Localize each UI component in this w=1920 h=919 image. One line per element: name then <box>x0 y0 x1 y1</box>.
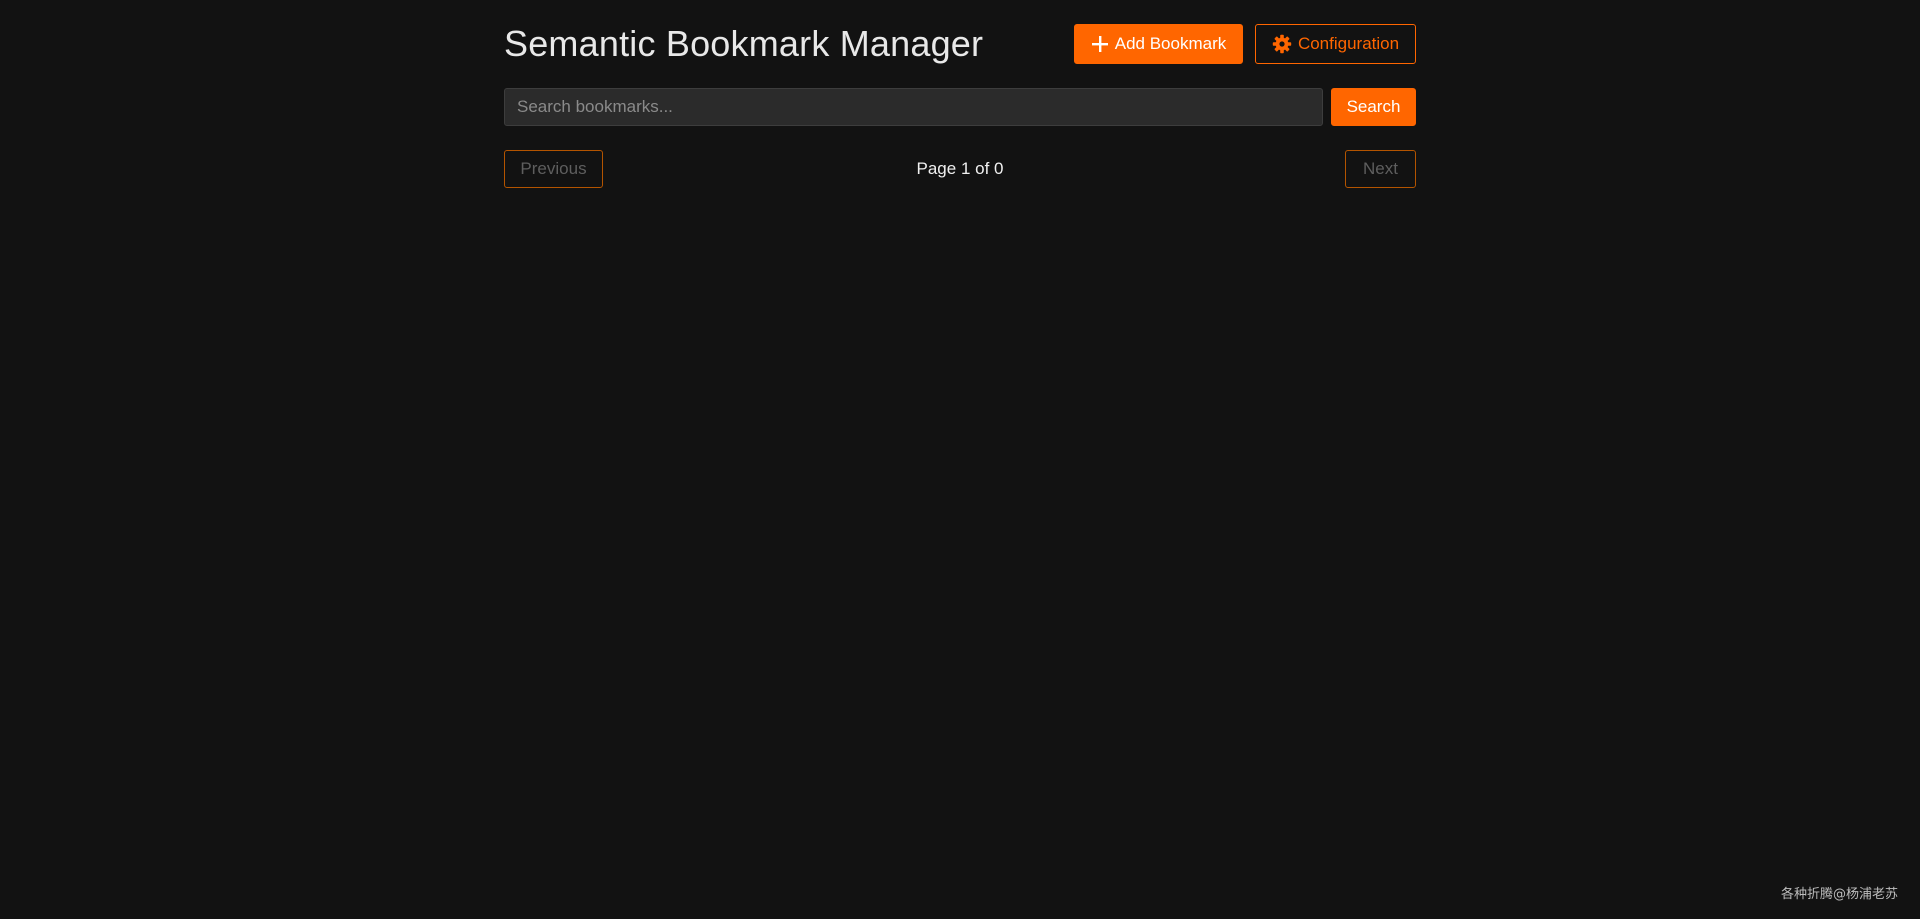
main-container: Semantic Bookmark Manager Add Bookmark C… <box>504 0 1416 188</box>
search-button[interactable]: Search <box>1331 88 1416 126</box>
next-button[interactable]: Next <box>1345 150 1416 188</box>
app-root: Semantic Bookmark Manager Add Bookmark C… <box>0 0 1920 919</box>
page-info: Page 1 of 0 <box>916 159 1004 178</box>
search-input[interactable] <box>504 88 1323 126</box>
pagination: Previous Page 1 of 0 Next <box>504 150 1416 188</box>
configuration-label: Configuration <box>1297 34 1400 53</box>
page-title: Semantic Bookmark Manager <box>504 23 984 64</box>
header: Semantic Bookmark Manager Add Bookmark C… <box>504 0 1416 88</box>
search-bar: Search <box>504 88 1416 126</box>
add-bookmark-button[interactable]: Add Bookmark <box>1074 24 1243 64</box>
gear-icon <box>1272 34 1292 54</box>
configuration-button[interactable]: Configuration <box>1255 24 1416 64</box>
plus-icon <box>1091 35 1109 53</box>
watermark: 各种折腾@杨浦老苏 <box>1780 887 1898 902</box>
previous-button[interactable]: Previous <box>504 150 603 188</box>
add-bookmark-label: Add Bookmark <box>1114 34 1227 53</box>
